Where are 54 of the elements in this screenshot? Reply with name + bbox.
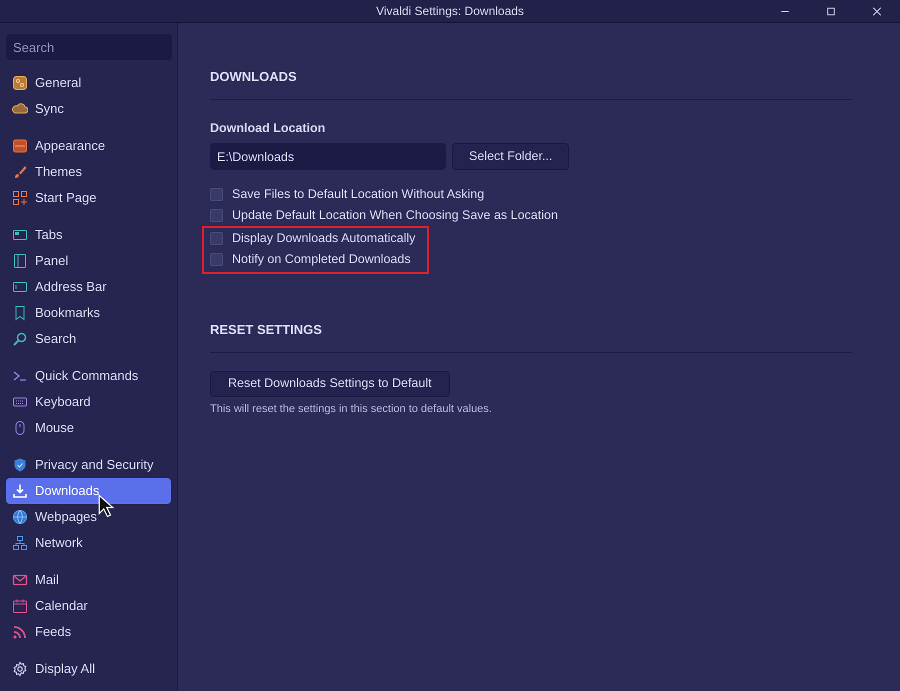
sidebar-item[interactable]: Quick Commands xyxy=(6,363,171,389)
brush-icon xyxy=(12,164,28,180)
search-icon xyxy=(12,331,28,347)
checkbox[interactable] xyxy=(210,232,223,246)
reset-button[interactable]: Reset Downloads Settings to Default xyxy=(210,370,450,397)
sidebar-item[interactable]: Keyboard xyxy=(6,389,171,415)
checkbox[interactable] xyxy=(210,209,223,222)
window-title: Vivaldi Settings: Downloads xyxy=(376,3,524,20)
envelope-icon xyxy=(12,572,28,588)
rss-icon xyxy=(12,624,28,640)
sidebar-item[interactable]: Mouse xyxy=(6,415,171,441)
checkbox[interactable] xyxy=(210,253,223,266)
tab-icon xyxy=(12,227,28,243)
sidebar-item[interactable]: Feeds xyxy=(6,619,171,645)
sidebar-item[interactable]: Network xyxy=(6,530,171,556)
help-text: This will reset the settings in this section to default values. xyxy=(210,402,493,417)
sidebar-item[interactable]: Privacy and Security xyxy=(6,452,171,478)
checkbox-label: Display Downloads Automatically xyxy=(232,230,416,248)
panel-icon xyxy=(12,253,28,269)
cursor-icon xyxy=(97,494,115,518)
section-heading: DOWNLOADS xyxy=(210,67,852,100)
sidebar-item[interactable]: Address Bar xyxy=(6,274,171,300)
globe-icon xyxy=(12,509,28,525)
settings-icon xyxy=(12,661,28,677)
search-field[interactable]: Search xyxy=(6,34,172,60)
location-field[interactable]: E:\Downloads xyxy=(210,143,446,170)
sidebar-item[interactable]: Panel xyxy=(6,248,171,274)
sidebar-item[interactable]: Search xyxy=(6,326,171,352)
checkbox-label: Save Files to Default Location Without Asking xyxy=(232,186,484,204)
network-icon xyxy=(12,535,28,551)
sidebar-item[interactable]: Calendar xyxy=(6,593,171,619)
sidebar-item[interactable]: Webpages xyxy=(6,504,171,530)
shield-icon xyxy=(12,457,28,473)
sidebar-item[interactable]: Themes xyxy=(6,159,171,185)
sidebar-item[interactable]: Sync xyxy=(6,96,171,122)
sidebar-item[interactable]: Downloads xyxy=(6,478,171,504)
section-heading: RESET SETTINGS xyxy=(210,320,852,353)
field-label: Download Location xyxy=(210,120,326,136)
grid-plus-icon xyxy=(12,190,28,206)
sidebar-item[interactable]: Tabs xyxy=(6,222,171,248)
sidebar-item[interactable]: Mail xyxy=(6,567,171,593)
sidebar-item[interactable]: Start Page xyxy=(6,185,171,211)
download-icon xyxy=(12,483,28,499)
checkbox-label: Update Default Location When Choosing Save as Location xyxy=(232,207,558,224)
sidebar-item[interactable]: Appearance xyxy=(6,133,171,159)
checkbox[interactable] xyxy=(210,188,223,202)
address-bar-icon xyxy=(12,279,28,295)
select-folder-button[interactable]: Select Folder... xyxy=(452,143,570,170)
sidebar-item[interactable]: Bookmarks xyxy=(6,300,171,326)
sidebar-item[interactable]: Display All xyxy=(6,656,171,682)
checkbox-label: Notify on Completed Downloads xyxy=(232,251,411,268)
window-icon xyxy=(12,138,28,154)
sidebar-item[interactable]: General xyxy=(6,70,171,96)
calendar-icon xyxy=(12,598,28,614)
